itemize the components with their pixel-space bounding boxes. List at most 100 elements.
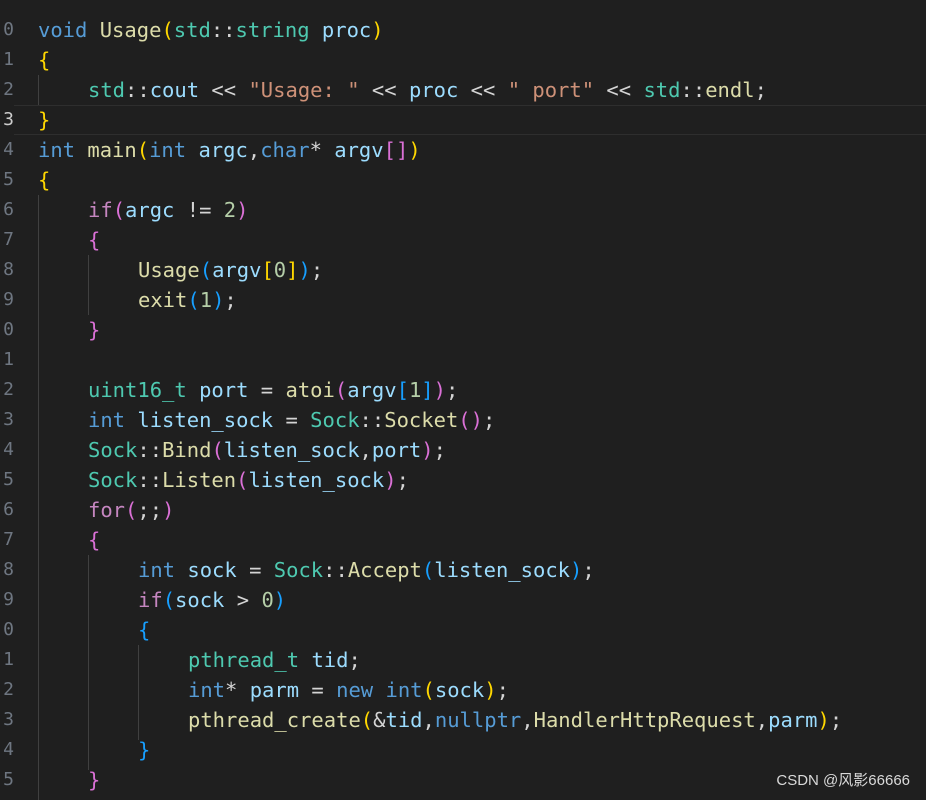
code-token: proc: [408, 78, 459, 102]
code-token: Sock: [88, 468, 138, 492]
line-number: 0: [3, 619, 14, 640]
code-token: Accept: [347, 558, 422, 582]
code-token: " port": [507, 78, 595, 102]
code-token: (: [136, 138, 150, 162]
code-token: ,: [247, 138, 261, 162]
code-line: }: [138, 735, 150, 765]
code-token: *: [225, 678, 250, 702]
code-token: ): [408, 138, 421, 162]
code-token: ;: [396, 468, 409, 492]
code-token: std: [643, 78, 681, 102]
indent-guide: [138, 645, 139, 740]
code-token: (: [199, 258, 213, 282]
code-token: ;: [348, 648, 361, 672]
code-token: (: [187, 288, 200, 312]
code-line: {: [38, 45, 50, 75]
code-line: if(sock > 0): [138, 585, 286, 615]
code-token: string: [235, 18, 310, 42]
code-token: [: [396, 378, 409, 402]
code-token: (: [112, 198, 126, 222]
code-token: endl: [705, 78, 755, 102]
code-token: 0: [261, 588, 274, 612]
line-number: 9: [3, 289, 14, 310]
code-token: ;: [310, 258, 324, 282]
code-token: Sock: [310, 408, 360, 432]
code-token: parm: [768, 708, 818, 732]
code-line: }: [88, 315, 100, 345]
line-number: 2: [3, 679, 14, 700]
code-token: =: [248, 378, 286, 402]
code-token: port: [199, 378, 249, 402]
code-token: tid: [311, 648, 349, 672]
code-token: Bind: [162, 438, 212, 462]
code-token: nullptr: [434, 708, 522, 732]
code-token: listen_sock: [248, 468, 385, 492]
code-line: int sock = Sock::Accept(listen_sock);: [138, 555, 595, 585]
code-line: uint16_t port = atoi(argv[1]);: [88, 375, 458, 405]
code-token: ::: [137, 468, 163, 492]
indent-guide: [88, 255, 89, 315]
code-token: pthread_t: [188, 648, 300, 672]
code-token: "Usage: ": [248, 78, 360, 102]
code-token: argv: [334, 138, 384, 162]
line-number: 3: [3, 709, 14, 730]
code-token: !=: [174, 198, 224, 222]
code-token: tid: [385, 708, 423, 732]
code-token: int: [138, 558, 176, 582]
code-token: ::: [359, 408, 385, 432]
code-token: (: [211, 438, 224, 462]
code-token: (: [422, 678, 435, 702]
code-token: =: [273, 408, 311, 432]
code-token: int: [88, 408, 126, 432]
line-number: 1: [3, 49, 14, 70]
code-line: Sock::Bind(listen_sock,port);: [88, 435, 446, 465]
code-token: std: [88, 78, 126, 102]
code-line: int* parm = new int(sock);: [188, 675, 509, 705]
code-token: sock: [434, 678, 485, 702]
code-token: Socket: [384, 408, 459, 432]
line-number: 3: [3, 409, 14, 430]
line-number: 1: [3, 649, 14, 670]
code-token: ): [570, 558, 583, 582]
code-token: (: [334, 378, 348, 402]
code-editor[interactable]: 01234567890123456789012345 void Usage(st…: [0, 0, 926, 800]
code-token: ::: [137, 438, 163, 462]
code-token: int: [38, 138, 76, 162]
line-number: 7: [3, 229, 14, 250]
code-line: int listen_sock = Sock::Socket();: [88, 405, 495, 435]
code-token: <<: [359, 78, 409, 102]
code-token: ): [273, 588, 287, 612]
code-line: {: [38, 165, 50, 195]
line-number: 7: [3, 529, 14, 550]
code-token: <<: [594, 78, 644, 102]
code-token: ): [433, 378, 446, 402]
code-token: Usage: [138, 258, 200, 282]
code-token: ;: [224, 288, 237, 312]
line-number: 4: [3, 139, 14, 160]
code-token: {: [88, 228, 101, 252]
code-token: &: [373, 708, 386, 732]
watermark: CSDN @风影66666: [776, 772, 910, 789]
code-token: {: [138, 618, 151, 642]
code-token: listen_sock: [137, 408, 274, 432]
line-number: 0: [3, 319, 14, 340]
code-token: <<: [458, 78, 508, 102]
code-token: Usage: [99, 18, 162, 42]
code-line: for(;;): [88, 495, 174, 525]
code-token: }: [138, 738, 151, 762]
code-token: argv: [212, 258, 262, 282]
line-number: 9: [3, 589, 14, 610]
code-token: ::: [125, 78, 150, 102]
line-number: 0: [3, 19, 14, 40]
code-token: []: [383, 138, 409, 162]
code-token: }: [88, 768, 101, 792]
code-token: ;;: [137, 498, 163, 522]
code-line: }: [38, 105, 50, 135]
code-token: sock: [175, 588, 225, 612]
line-number: 4: [3, 739, 14, 760]
code-token: ;: [445, 378, 459, 402]
